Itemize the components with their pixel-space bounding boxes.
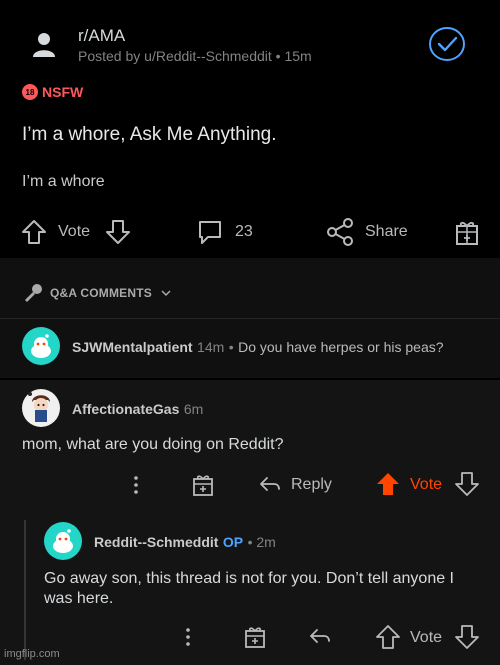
snoo-avatar-icon[interactable]	[44, 522, 82, 560]
upvote-active-icon[interactable]	[374, 471, 402, 497]
downvote-icon[interactable]	[454, 624, 480, 650]
posted-by-line: Posted by u/Reddit--Schmeddit • 15m	[78, 48, 312, 64]
reply-body-line-1: Go away son, this thread is not for you.…	[44, 570, 454, 587]
comment-body: mom, what are you doing on Reddit?	[22, 436, 284, 453]
microphone-icon	[22, 282, 44, 304]
qa-comment-line: SJWMentalpatient 14m • Do you have herpe…	[72, 339, 444, 357]
downvote-icon[interactable]	[104, 218, 132, 246]
imgflip-watermark: imgflip.com	[4, 648, 60, 660]
share-label[interactable]: Share	[365, 223, 408, 241]
snoo-avatar-icon[interactable]	[22, 327, 60, 365]
post-body: I’m a whore	[22, 173, 105, 190]
comment-user[interactable]: AffectionateGas	[72, 401, 179, 417]
nsfw-tag: 18 NSFW	[22, 84, 83, 100]
reply-age: • 2m	[247, 534, 276, 550]
post-card: r/AMA Posted by u/Reddit--Schmeddit • 15…	[0, 0, 500, 255]
qa-comments-label[interactable]: Q&A COMMENTS	[50, 286, 152, 300]
reply-user[interactable]: Reddit--Schmeddit	[94, 534, 218, 550]
upvote-icon[interactable]	[374, 624, 402, 650]
divider	[0, 318, 500, 319]
vote-label: Vote	[410, 629, 443, 646]
post-title[interactable]: I’m a whore, Ask Me Anything.	[22, 124, 277, 146]
more-options-icon[interactable]	[182, 626, 194, 648]
reply-header: Reddit--Schmeddit OP • 2m	[94, 534, 276, 552]
reply-body-line-2: was here.	[44, 590, 114, 607]
reply-arrow-icon[interactable]	[258, 473, 282, 495]
upvote-icon[interactable]	[20, 218, 48, 246]
reply-button[interactable]: Reply	[291, 476, 332, 494]
qa-comment-age: 14m	[197, 339, 225, 355]
chevron-down-icon[interactable]	[160, 288, 172, 298]
share-icon[interactable]	[326, 217, 354, 247]
award-gift-icon[interactable]	[243, 623, 267, 649]
comment-header: AffectionateGas 6m	[72, 401, 203, 419]
award-gift-icon[interactable]	[454, 216, 480, 246]
more-options-icon[interactable]	[130, 474, 142, 496]
comment-age: 6m	[183, 401, 204, 417]
award-gift-icon[interactable]	[191, 471, 215, 497]
op-badge: OP	[222, 534, 244, 550]
separator-dot: •	[228, 339, 234, 355]
vote-label: Vote	[410, 476, 443, 493]
qa-comment-user[interactable]: SJWMentalpatient	[72, 339, 193, 355]
reply-arrow-icon[interactable]	[308, 625, 332, 647]
downvote-icon[interactable]	[454, 471, 480, 497]
qa-comment-text[interactable]: Do you have herpes or his peas?	[238, 339, 443, 355]
comment-count[interactable]: 23	[235, 223, 253, 241]
nsfw-label: NSFW	[42, 84, 84, 100]
check-icon[interactable]	[428, 26, 466, 62]
comment-icon[interactable]	[196, 218, 224, 246]
nsfw-18-icon: 18	[22, 84, 38, 100]
thread-line[interactable]	[24, 520, 26, 660]
subreddit-name[interactable]: r/AMA	[78, 26, 125, 46]
user-avatar-icon[interactable]	[30, 30, 58, 58]
vote-label: Vote	[58, 223, 91, 240]
custom-avatar-icon[interactable]	[22, 388, 60, 428]
